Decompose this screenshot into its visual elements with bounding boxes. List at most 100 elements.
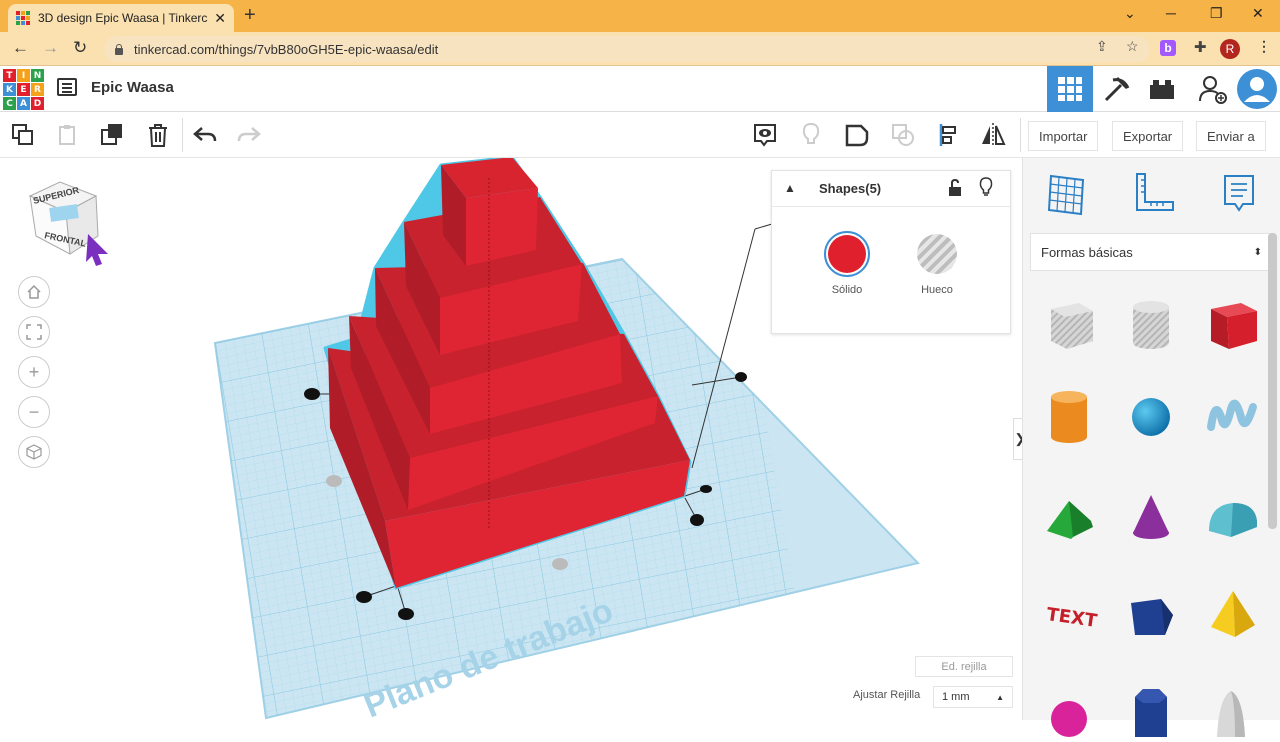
minimize-icon[interactable]: ─ xyxy=(1166,5,1176,21)
shape-pyramid[interactable] xyxy=(1196,578,1266,648)
shape-category-value: Formas básicas xyxy=(1041,245,1133,260)
back-icon[interactable]: ← xyxy=(12,38,29,58)
paraboloid-icon xyxy=(1217,691,1245,737)
fit-view-button[interactable] xyxy=(18,316,50,348)
design-title[interactable]: Epic Waasa xyxy=(91,79,174,96)
shape-half-sphere[interactable] xyxy=(1034,672,1104,742)
browser-tab[interactable]: 3D design Epic Waasa | Tinkercad ✕ xyxy=(8,4,234,32)
align-button[interactable] xyxy=(934,120,964,150)
resize-handle[interactable] xyxy=(398,608,414,620)
tab-search-icon[interactable]: ⌄ xyxy=(1124,5,1136,22)
new-tab-icon[interactable]: + xyxy=(244,4,256,27)
design-menu-icon[interactable] xyxy=(57,78,77,96)
close-window-icon[interactable]: ✕ xyxy=(1252,5,1264,22)
bricks-button[interactable] xyxy=(1139,66,1185,112)
delete-button[interactable] xyxy=(143,120,173,150)
dropdown-arrow-icon: ▲ xyxy=(996,693,1004,702)
close-tab-icon[interactable]: ✕ xyxy=(214,10,226,27)
home-icon xyxy=(27,284,41,299)
unlock-icon[interactable] xyxy=(948,179,962,197)
resize-handle[interactable] xyxy=(735,372,747,382)
shape-text[interactable]: TEXT xyxy=(1034,578,1104,648)
plus-icon: + xyxy=(28,361,40,382)
resize-handle[interactable] xyxy=(326,475,342,487)
toolbar-divider xyxy=(1020,118,1021,152)
url-text: tinkercad.com/things/7vbB80oGH5E-epic-wa… xyxy=(134,41,439,57)
redo-button[interactable] xyxy=(234,120,264,150)
workplane-grid-icon xyxy=(1047,174,1085,216)
shape-sphere[interactable] xyxy=(1116,382,1186,452)
shape-box[interactable] xyxy=(1196,290,1266,360)
app-header: TIN KER CAD Epic Waasa xyxy=(0,66,1280,112)
shape-prism[interactable] xyxy=(1116,578,1186,648)
show-all-button[interactable] xyxy=(796,120,826,150)
tinkercad-logo[interactable]: TIN KER CAD xyxy=(3,69,44,110)
resize-handle[interactable] xyxy=(690,514,704,526)
solid-button[interactable] xyxy=(824,231,870,277)
edit-grid-button[interactable]: Ed. rejilla xyxy=(915,656,1013,677)
perspective-button[interactable] xyxy=(18,436,50,468)
3d-view-button[interactable] xyxy=(1047,66,1093,112)
import-button[interactable]: Importar xyxy=(1028,121,1099,151)
pyramid-tier-5[interactable] xyxy=(441,158,538,266)
shape-box-hole[interactable] xyxy=(1034,290,1104,360)
ungroup-button[interactable] xyxy=(888,120,918,150)
shape-category-select[interactable]: Formas básicas ⬍ xyxy=(1030,233,1273,271)
mirror-button[interactable] xyxy=(978,120,1008,150)
zoom-in-button[interactable]: + xyxy=(18,356,50,388)
paste-icon xyxy=(59,125,75,145)
extension-icon[interactable]: b xyxy=(1160,40,1176,56)
collapse-triangle-icon[interactable]: ▲ xyxy=(784,181,796,195)
cylinder-icon xyxy=(1051,391,1087,443)
chrome-menu-icon[interactable]: ⋮ xyxy=(1257,38,1271,55)
resize-handle[interactable] xyxy=(304,388,320,400)
paste-button[interactable] xyxy=(52,120,82,150)
bookmark-star-icon[interactable]: ☆ xyxy=(1126,38,1139,55)
copy-button[interactable] xyxy=(8,120,38,150)
select-arrows-icon: ⬍ xyxy=(1253,247,1262,258)
hole-button[interactable] xyxy=(917,234,957,274)
notes-button[interactable] xyxy=(750,120,780,150)
view-cube[interactable]: SUPERIOR FRONTAL xyxy=(24,176,114,266)
resize-handle[interactable] xyxy=(700,485,712,493)
snap-grid-value: 1 mm xyxy=(942,691,970,703)
shape-cone[interactable] xyxy=(1116,482,1186,552)
zoom-out-button[interactable]: − xyxy=(18,396,50,428)
pyramid-icon xyxy=(1211,591,1255,637)
resize-handle[interactable] xyxy=(356,591,372,603)
send-to-button[interactable]: Enviar a xyxy=(1196,121,1266,151)
shape-polygon[interactable] xyxy=(1116,672,1186,742)
home-view-button[interactable] xyxy=(18,276,50,308)
shape-scribble[interactable] xyxy=(1196,382,1266,452)
grid-view-icon xyxy=(1058,77,1082,101)
export-button[interactable]: Exportar xyxy=(1112,121,1184,151)
shape-cylinder[interactable] xyxy=(1034,382,1104,452)
shape-roof[interactable] xyxy=(1034,482,1104,552)
workplane-tool-button[interactable] xyxy=(1043,170,1091,218)
share-icon[interactable]: ⇪ xyxy=(1096,38,1108,55)
panel-scrollbar[interactable] xyxy=(1268,233,1277,529)
blocks-button[interactable] xyxy=(1093,66,1139,112)
account-button[interactable] xyxy=(1234,66,1280,112)
shape-cylinder-hole[interactable] xyxy=(1116,290,1186,360)
cube-icon xyxy=(26,444,42,460)
reload-icon[interactable]: ↻ xyxy=(73,38,87,58)
tinkercad-favicon-icon xyxy=(16,11,30,25)
duplicate-button[interactable] xyxy=(98,120,128,150)
lightbulb-icon[interactable] xyxy=(978,177,994,197)
extensions-puzzle-icon[interactable]: ✚ xyxy=(1194,38,1207,56)
shape-paraboloid[interactable] xyxy=(1196,672,1266,742)
resize-handle[interactable] xyxy=(552,558,568,570)
ruler-tool-button[interactable] xyxy=(1129,170,1177,218)
notes-tool-button[interactable] xyxy=(1215,170,1263,218)
url-field[interactable]: tinkercad.com/things/7vbB80oGH5E-epic-wa… xyxy=(104,36,1150,62)
profile-avatar[interactable]: R xyxy=(1220,39,1240,59)
maximize-icon[interactable]: ❐ xyxy=(1210,5,1223,22)
undo-button[interactable] xyxy=(190,120,220,150)
shape-round-roof[interactable] xyxy=(1196,482,1266,552)
forward-icon[interactable]: → xyxy=(42,38,59,58)
group-button[interactable] xyxy=(842,120,872,150)
invite-button[interactable] xyxy=(1190,66,1236,112)
height-handle-line xyxy=(754,223,773,230)
snap-grid-select[interactable]: 1 mm ▲ xyxy=(933,686,1013,708)
